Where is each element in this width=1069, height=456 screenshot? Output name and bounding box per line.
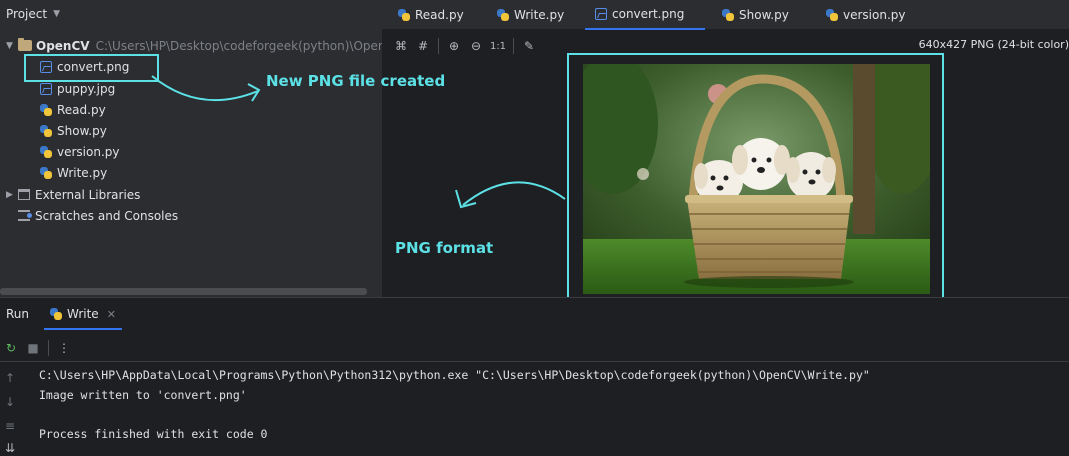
run-tab-write[interactable]: Write ✕ [44,300,122,330]
close-icon[interactable]: ✕ [107,308,116,321]
annotation-png-format: PNG format [395,239,494,257]
run-panel-title: Run [6,307,30,321]
toolbar-divider [48,339,49,356]
arrow-to-image [462,181,566,206]
python-file-icon [50,308,62,320]
console-line-exit: Process finished with exit code 0 [39,427,268,441]
arrow-to-file [151,75,259,102]
soft-wrap-icon[interactable]: ≡ [5,419,15,433]
scroll-up-icon[interactable]: ↑ [5,371,15,385]
stop-icon[interactable]: ■ [22,337,44,359]
annotation-new-file: New PNG file created [266,72,446,90]
run-tab-label: Write [67,307,99,321]
rerun-icon[interactable]: ↻ [0,337,22,359]
scroll-to-end-icon[interactable]: ⇊ [5,441,15,455]
more-options-icon[interactable]: ⋮ [53,337,75,359]
console-line-output: Image written to 'convert.png' [39,388,247,402]
console-line-command: C:\Users\HP\AppData\Local\Programs\Pytho… [39,368,870,382]
scroll-down-icon[interactable]: ↓ [5,395,15,409]
run-toolbar: ↻ ■ ⋮ [0,334,1069,362]
console-gutter: ↑ ↓ ≡ ⇊ [0,363,26,456]
